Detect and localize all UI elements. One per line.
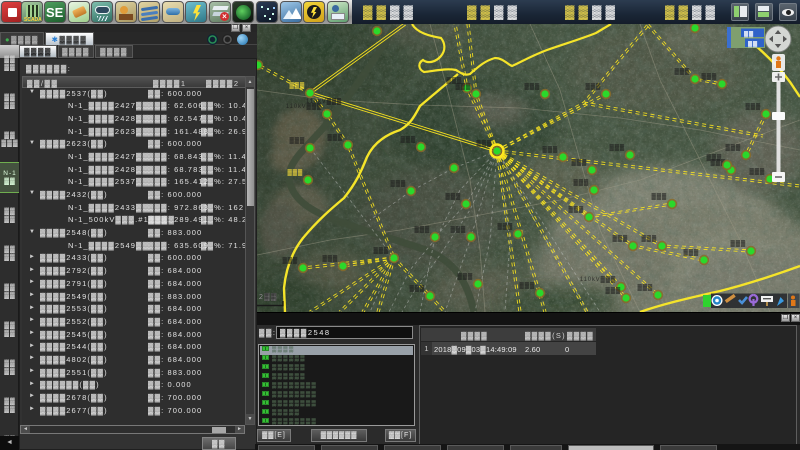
svg-text:▓▓▓: ▓▓▓ [612, 235, 628, 242]
svg-text:▓▓▓: ▓▓▓ [373, 247, 389, 254]
svg-text:▓▓: ▓▓ [744, 31, 754, 38]
svg-text:▓▓▓: ▓▓▓ [749, 168, 765, 175]
svg-text:▓▓▓: ▓▓▓ [706, 154, 722, 161]
svg-text:▓▓▓: ▓▓▓ [446, 77, 462, 84]
svg-text:▓▓▓: ▓▓▓ [450, 226, 466, 233]
svg-text:▓▓▓: ▓▓▓ [651, 193, 667, 200]
svg-text:▓▓▓: ▓▓▓ [400, 136, 416, 143]
svg-text:▓▓▓: ▓▓▓ [322, 255, 338, 262]
svg-text:▓▓▓: ▓▓▓ [730, 240, 746, 247]
svg-text:▓▓▓: ▓▓▓ [457, 273, 473, 280]
svg-text:▓▓▓: ▓▓▓ [542, 146, 558, 153]
svg-text:▓▓▓: ▓▓▓ [568, 206, 584, 213]
svg-text:▓▓▓: ▓▓▓ [409, 285, 425, 292]
svg-text:▓▓▓: ▓▓▓ [725, 144, 741, 151]
svg-text:▓▓▓: ▓▓▓ [524, 83, 540, 90]
svg-text:▓▓▓: ▓▓▓ [445, 193, 461, 200]
svg-text:110kV▓▓▓: 110kV▓▓▓ [306, 98, 342, 105]
svg-text:▓▓▓: ▓▓▓ [637, 284, 653, 291]
svg-text:▓▓▓: ▓▓▓ [701, 73, 717, 80]
svg-text:▓▓▓: ▓▓▓ [641, 235, 657, 242]
svg-text:▓▓▓: ▓▓▓ [585, 83, 601, 90]
svg-text:▓▓▓: ▓▓▓ [605, 287, 621, 294]
svg-text:▓▓▓: ▓▓▓ [327, 134, 343, 141]
svg-text:▓▓▓: ▓▓▓ [745, 103, 761, 110]
svg-text:▓▓▓: ▓▓▓ [455, 83, 471, 90]
svg-text:▓▓▓: ▓▓▓ [609, 144, 625, 151]
svg-text:▓▓▓: ▓▓▓ [573, 179, 589, 186]
svg-text:▓▓▓: ▓▓▓ [519, 282, 535, 289]
svg-text:110kV▓▓▓: 110kV▓▓▓ [580, 276, 616, 283]
svg-text:▓▓▓: ▓▓▓ [674, 68, 690, 75]
svg-text:▓▓▓: ▓▓▓ [476, 140, 492, 147]
svg-text:▓▓▓: ▓▓▓ [683, 249, 699, 256]
svg-text:▓▓▓: ▓▓▓ [571, 159, 587, 166]
svg-text:▓▓▓: ▓▓▓ [289, 137, 305, 144]
svg-text:▓▓▓: ▓▓▓ [390, 180, 406, 187]
svg-text:▓▓▓: ▓▓▓ [282, 257, 298, 264]
svg-text:2▓▓: 2▓▓ [259, 293, 278, 301]
svg-text:▓▓: ▓▓ [748, 41, 758, 48]
svg-text:▓▓▓: ▓▓▓ [287, 169, 303, 176]
svg-text:▓▓▓: ▓▓▓ [414, 226, 430, 233]
svg-text:▓▓▓: ▓▓▓ [497, 223, 513, 230]
svg-text:▓▓▓: ▓▓▓ [289, 82, 305, 89]
